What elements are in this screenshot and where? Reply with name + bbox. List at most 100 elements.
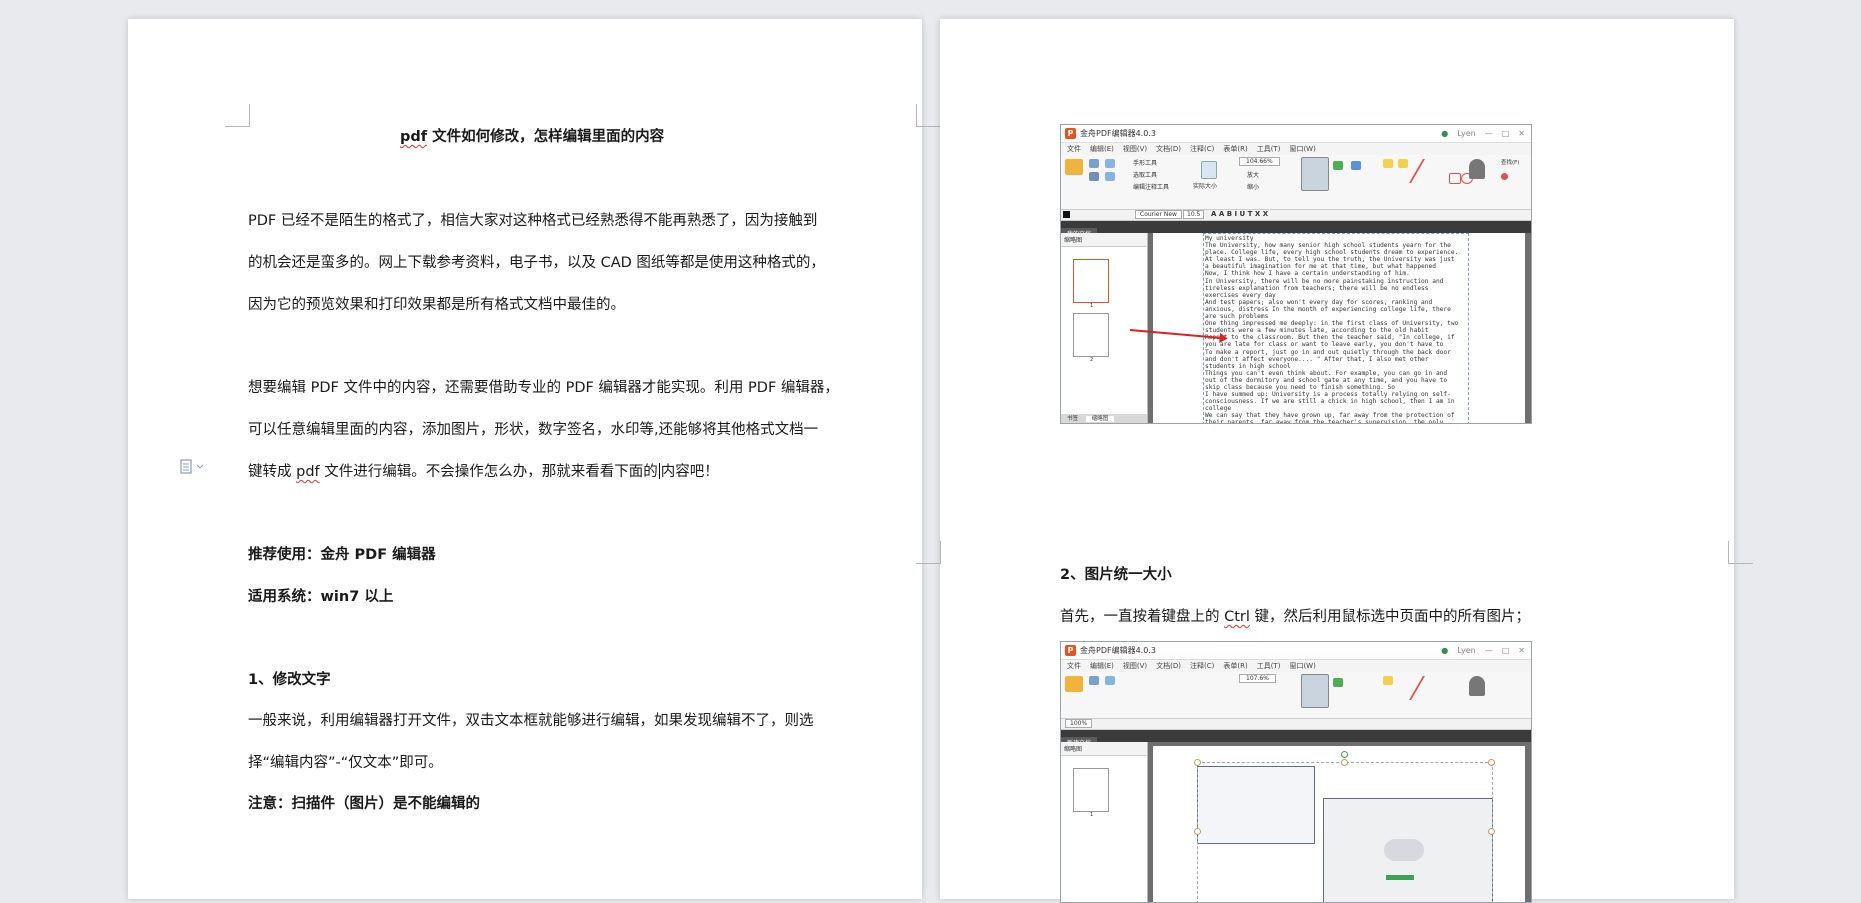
app-ribbon: 手形工具 选取工具 编辑注释工具 实际大小 104.66% 放大 缩小 查找(F… [1061, 155, 1531, 210]
user-name: Lyen [1457, 646, 1476, 655]
maximize-icon: □ [1501, 129, 1510, 138]
user-avatar-icon: ● [1441, 646, 1449, 655]
page-thumbnail [1073, 259, 1109, 303]
user-avatar-icon: ● [1441, 129, 1449, 138]
menu-item: 文档(D) [1156, 662, 1182, 670]
document-text-line: I have summed up: University is a proces… [1205, 391, 1451, 399]
document-text-line: One thing impressed me deeply: in the fi… [1205, 320, 1459, 328]
actual-size-label: 实际大小 [1193, 183, 1218, 190]
text-run: 键，然后利用鼠标选中页面中的所有图片； [1249, 609, 1531, 625]
menu-item: 窗口(W) [1289, 145, 1316, 153]
document-text-line: We can say that they have grown up, far … [1205, 412, 1455, 420]
document-text-line: place. College life, every high school s… [1205, 249, 1459, 257]
document-text-line: consciousness. If we are still a chick i… [1205, 398, 1455, 406]
comment-icon [1398, 159, 1408, 168]
system-line[interactable]: 适用系统：win7 以上 [248, 585, 393, 606]
font-size-select: 10.5 [1183, 210, 1205, 219]
workspace: 缩略图 1 2 书签 缩略图 My university The Universi… [1061, 233, 1531, 423]
editor-screenshot-1[interactable]: P 金舟PDF编辑器4.0.3 ● Lyen — □ ✕ 文件 编辑(E) 视图… [1060, 124, 1532, 424]
app-title: 金舟PDF编辑器4.0.3 [1080, 129, 1156, 138]
window-controls: ● Lyen — □ ✕ [1441, 129, 1531, 138]
redo-icon [1105, 172, 1115, 181]
stamp-icon [1469, 676, 1485, 696]
page-margin-corner [1728, 541, 1753, 564]
paragraph-line[interactable]: PDF 已经不是陌生的格式了，相信大家对这种格式已经熟悉得不能再熟悉了，因为接触… [248, 209, 817, 230]
document-text-line: their parents, far away from the teacher… [1205, 419, 1444, 424]
app-titlebar: P 金舟PDF编辑器4.0.3 ● Lyen — □ ✕ [1061, 125, 1531, 143]
workspace: 缩略图 1 [1061, 742, 1531, 902]
app-titlebar: P 金舟PDF编辑器4.0.3 ● Lyen — □ ✕ [1061, 642, 1531, 660]
document-page-right: P 金舟PDF编辑器4.0.3 ● Lyen — □ ✕ 文件 编辑(E) 视图… [916, 19, 1753, 903]
menu-item: 工具(T) [1256, 662, 1281, 670]
line-tool-icon [1409, 159, 1445, 183]
recommend-line[interactable]: 推荐使用：金舟 PDF 编辑器 [248, 543, 436, 564]
page-margin-corner [225, 104, 250, 127]
thumb-label: 1 [1090, 812, 1094, 818]
page-thumbnail [1073, 768, 1109, 812]
document-text-line: skip class because you need to finish so… [1205, 383, 1395, 391]
group-selection [1197, 762, 1493, 902]
panel-title: 缩略图 [1061, 742, 1147, 756]
paragraph-line[interactable]: 一般来说，利用编辑器打开文件，双击文本框就能够进行编辑，如果发现编辑不了，则选 [248, 709, 814, 730]
thumb-label: 1 [1090, 303, 1094, 309]
resize-handle [1341, 759, 1348, 766]
menu-item: 文件 [1067, 145, 1081, 153]
text-run: 文件进行编辑。不会操作怎么办，那就来看看下面的 [319, 464, 658, 480]
title-prefix: pdf [400, 129, 428, 145]
paragraph-line[interactable]: 的机会还是蛮多的。网上下载参考资料，电子书，以及 CAD 图纸等都是使用这种格式… [248, 251, 825, 272]
section-heading[interactable]: 1、修改文字 [248, 668, 331, 689]
app-logo-icon: P [1065, 128, 1076, 139]
document-title[interactable]: pdf 文件如何修改，怎样编辑里面的内容 [400, 125, 664, 146]
section-heading[interactable]: 2、图片统一大小 [1060, 563, 1172, 584]
page-thumbnail [1073, 313, 1109, 357]
note-line[interactable]: 注意：扫描件（图片）是不能编辑的 [248, 792, 480, 813]
format-bar: 100% [1061, 719, 1531, 730]
document-text-line: Things you can't even think about. For e… [1205, 369, 1448, 377]
highlight-icon [1383, 159, 1393, 168]
menu-item: 表单(R) [1223, 662, 1248, 670]
thumbnail-panel: 缩略图 1 [1061, 742, 1148, 902]
add-icon [1333, 678, 1343, 687]
editor-screenshot-2[interactable]: P 金舟PDF编辑器4.0.3 ● Lyen — □ ✕ 文件 编辑(E) 视图… [1060, 641, 1532, 903]
document-text-line: In University, there will be no more pai… [1205, 277, 1444, 285]
undo-icon [1105, 676, 1115, 685]
hand-tool-label: 手形工具 [1133, 160, 1158, 167]
menu-item: 文件 [1067, 662, 1081, 670]
app-menubar: 文件 编辑(E) 视图(V) 文档(D) 注释(C) 表单(R) 工具(T) 窗… [1061, 143, 1531, 155]
document-text-line: students were a few minutes late, accord… [1205, 327, 1429, 335]
stamp-icon [1469, 159, 1485, 179]
paragraph-line[interactable]: 可以任意编辑里面的内容，添加图片，形状，数字签名，水印等,还能够将其他格式文档一 [248, 418, 818, 439]
document-text-line: To make a report, just go in and out qui… [1205, 348, 1451, 356]
paragraph-line[interactable]: 因为它的预览效果和打印效果都是所有格式文档中最佳的。 [248, 293, 625, 314]
paragraph-line[interactable]: 键转成 pdf 文件进行编辑。不会操作怎么办，那就来看看下面的 内容吧！ [248, 460, 719, 481]
document-text-line: a beautiful imagination for me at that t… [1205, 263, 1436, 271]
text-run: pdf [296, 464, 320, 480]
close-icon: ✕ [1518, 646, 1525, 655]
form-icon [1351, 161, 1361, 170]
rotate-handle [1341, 751, 1348, 758]
document-text-line: My university [1205, 235, 1254, 242]
paragraph-handle-icon[interactable] [180, 459, 206, 475]
resize-handle [1194, 828, 1201, 835]
zoom-field: 104.66% [1239, 157, 1280, 166]
line-tool-icon [1409, 676, 1445, 700]
user-name: Lyen [1457, 129, 1476, 138]
paragraph-line[interactable]: 择“编辑内容”-“仅文本”即可。 [248, 751, 443, 772]
document-text-line: Now, I think how I have a certain unders… [1205, 270, 1410, 278]
text-run: 键转成 [248, 464, 297, 480]
text-run: 首先，一直按着键盘上的 [1060, 609, 1225, 625]
paragraph-line[interactable]: 想要编辑 PDF 文件中的内容，还需要借助专业的 PDF 编辑器才能实现。利用 … [248, 376, 839, 397]
close-icon: ✕ [1518, 129, 1525, 138]
format-bar: Courier New 10.5 A A B I U T X X [1061, 210, 1531, 221]
document-text-line: The University, how many senior high sch… [1205, 242, 1451, 250]
app-logo-icon: P [1065, 645, 1076, 656]
panel-title: 缩略图 [1061, 233, 1147, 247]
document-text-line: exercises every day [1205, 291, 1276, 299]
document-text-line: And test papers; also won't every day fo… [1205, 298, 1433, 306]
paragraph-line[interactable]: 首先，一直按着键盘上的 Ctrl 键，然后利用鼠标选中页面中的所有图片； [1060, 605, 1530, 626]
find-label: 查找(F) [1501, 160, 1520, 166]
open-folder-icon [1065, 159, 1083, 175]
doc-tabbar: 新建文档 [1061, 730, 1531, 748]
thumbnail-panel: 缩略图 1 2 书签 缩略图 [1061, 233, 1148, 423]
document-text-block: My university The University, how many se… [1205, 235, 1459, 424]
